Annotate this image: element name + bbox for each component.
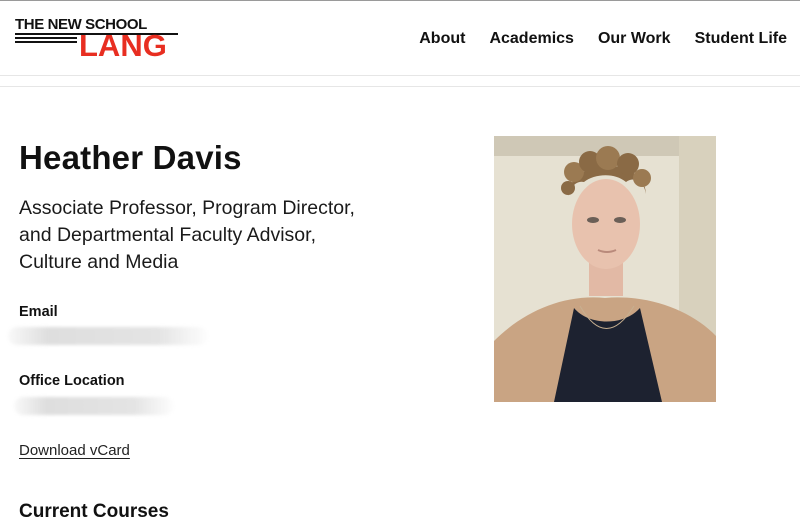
new-school-lang-logo[interactable]: THE NEW SCHOOL LANG (15, 16, 185, 62)
email-label: Email (19, 304, 58, 320)
nav-our-work[interactable]: Our Work (598, 29, 671, 49)
profile-title: Associate Professor, Program Director, a… (19, 197, 355, 273)
logo-main-text: LANG (79, 28, 167, 63)
sub-navigation-bar (0, 76, 800, 87)
download-vcard-link[interactable]: Download vCard (19, 442, 130, 460)
nav-academics[interactable]: Academics (489, 29, 574, 49)
nav-about[interactable]: About (419, 29, 465, 49)
office-location-redacted (14, 397, 174, 415)
logo-rule-middle (15, 37, 77, 39)
office-location-label: Office Location (19, 373, 125, 389)
profile-photo-graphic (494, 136, 716, 402)
current-courses-heading: Current Courses (19, 501, 169, 522)
email-value-redacted (8, 327, 208, 345)
logo-rule-bottom (15, 41, 77, 43)
profile-photo (494, 136, 716, 402)
profile-name: Heather Davis (19, 139, 242, 176)
site-header: THE NEW SCHOOL LANG About Academics Our … (0, 1, 800, 76)
main-nav: About Academics Our Work Student Life (419, 29, 787, 49)
nav-student-life[interactable]: Student Life (695, 29, 787, 49)
